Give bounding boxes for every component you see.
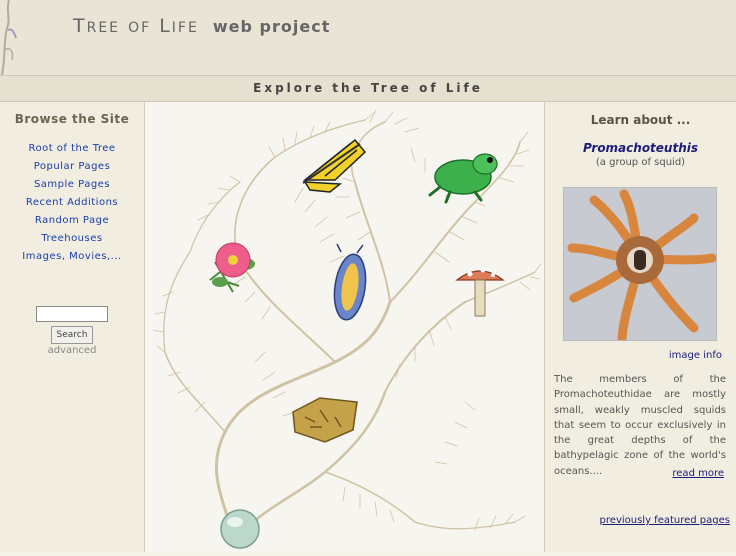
nav-treehouses[interactable]: Treehouses [41,233,102,244]
advanced-search-link[interactable]: advanced [0,345,144,356]
search-input[interactable] [36,306,108,322]
browse-nav: Root of the Tree Popular Pages Sample Pa… [0,136,144,262]
nav-images-movies[interactable]: Images, Movies,... [22,251,121,262]
branch-logo-icon [1,0,17,75]
image-info-link[interactable]: image info [669,350,722,361]
site-title[interactable]: TREE OF LIFE web project [73,15,330,37]
nudibranch-icon[interactable] [331,243,370,322]
nav-root-of-tree[interactable]: Root of the Tree [28,143,115,154]
fossil-organism-icon[interactable] [292,397,358,443]
browse-heading: Browse the Site [14,112,130,126]
search-button[interactable]: Search [51,326,93,344]
root-sphere-icon[interactable] [220,509,260,549]
site-header: TREE OF LIFE web project [0,0,736,76]
nav-sample-pages[interactable]: Sample Pages [34,179,110,190]
mushroom-icon[interactable] [455,267,505,317]
banner-text: Explore the Tree of Life [253,81,483,95]
learn-about-heading: Learn about ... [590,113,691,127]
nav-popular-pages[interactable]: Popular Pages [34,161,111,172]
nav-random-page[interactable]: Random Page [35,215,109,226]
explore-banner: Explore the Tree of Life [0,75,736,102]
tree-of-life-illustration [152,109,542,549]
frog-icon[interactable] [428,153,498,204]
learn-about-sidebar: Learn about ... Promachoteuthis (a group… [544,102,736,552]
featured-squid-image[interactable] [563,187,717,341]
read-more-link[interactable]: read more [672,468,724,479]
browse-sidebar: Browse the Site Root of the Tree Popular… [0,102,145,552]
featured-taxon-link[interactable]: Promachoteuthis [545,141,736,155]
featured-taxon-subtitle: (a group of squid) [595,157,686,168]
tree-artwork-panel [145,102,544,552]
rose-flower-icon[interactable] [209,242,255,293]
previously-featured-link[interactable]: previously featured pages [600,515,730,526]
nav-recent-additions[interactable]: Recent Additions [26,197,118,208]
featured-description: The members of the Promachoteuthidae are… [554,374,726,477]
